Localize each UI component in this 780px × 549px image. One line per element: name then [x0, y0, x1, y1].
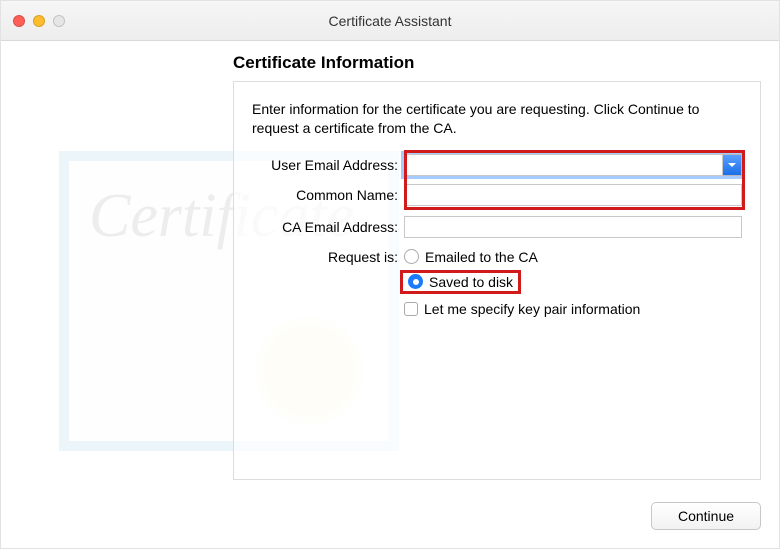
radio-saved-label: Saved to disk [429, 274, 513, 290]
form-panel: Enter information for the certificate yo… [233, 81, 761, 480]
radio-emailed-to-ca[interactable]: Emailed to the CA [404, 246, 742, 268]
radio-icon [408, 274, 423, 289]
keypair-checkbox-row[interactable]: Let me specify key pair information [404, 298, 742, 320]
chevron-down-icon[interactable] [723, 155, 741, 175]
traffic-lights [13, 15, 65, 27]
description-text: Enter information for the certificate yo… [252, 100, 742, 138]
section-title: Certificate Information [233, 53, 767, 73]
continue-button[interactable]: Continue [651, 502, 761, 530]
zoom-icon [53, 15, 65, 27]
window: Certificate Assistant Certificate Certif… [0, 0, 780, 549]
common-name-label: Common Name: [252, 187, 404, 203]
radio-icon [404, 249, 419, 264]
common-name-input[interactable] [404, 184, 742, 206]
checkbox-icon [404, 302, 418, 316]
highlight-user-and-common: User Email Address: Common Name: [252, 154, 742, 206]
content: Certificate Certificate Information Ente… [13, 51, 767, 536]
minimize-icon[interactable] [33, 15, 45, 27]
request-is-label: Request is: [252, 246, 404, 265]
ca-email-input[interactable] [404, 216, 742, 238]
radio-saved-to-disk[interactable]: Saved to disk [404, 272, 517, 292]
radio-emailed-label: Emailed to the CA [425, 249, 538, 265]
user-email-combobox[interactable] [404, 154, 742, 176]
titlebar: Certificate Assistant [1, 1, 779, 41]
window-title: Certificate Assistant [329, 13, 452, 29]
close-icon[interactable] [13, 15, 25, 27]
ca-email-label: CA Email Address: [252, 219, 404, 235]
keypair-label: Let me specify key pair information [424, 301, 640, 317]
user-email-input[interactable] [405, 154, 723, 176]
footer: Continue [651, 502, 761, 530]
user-email-label: User Email Address: [252, 157, 404, 173]
